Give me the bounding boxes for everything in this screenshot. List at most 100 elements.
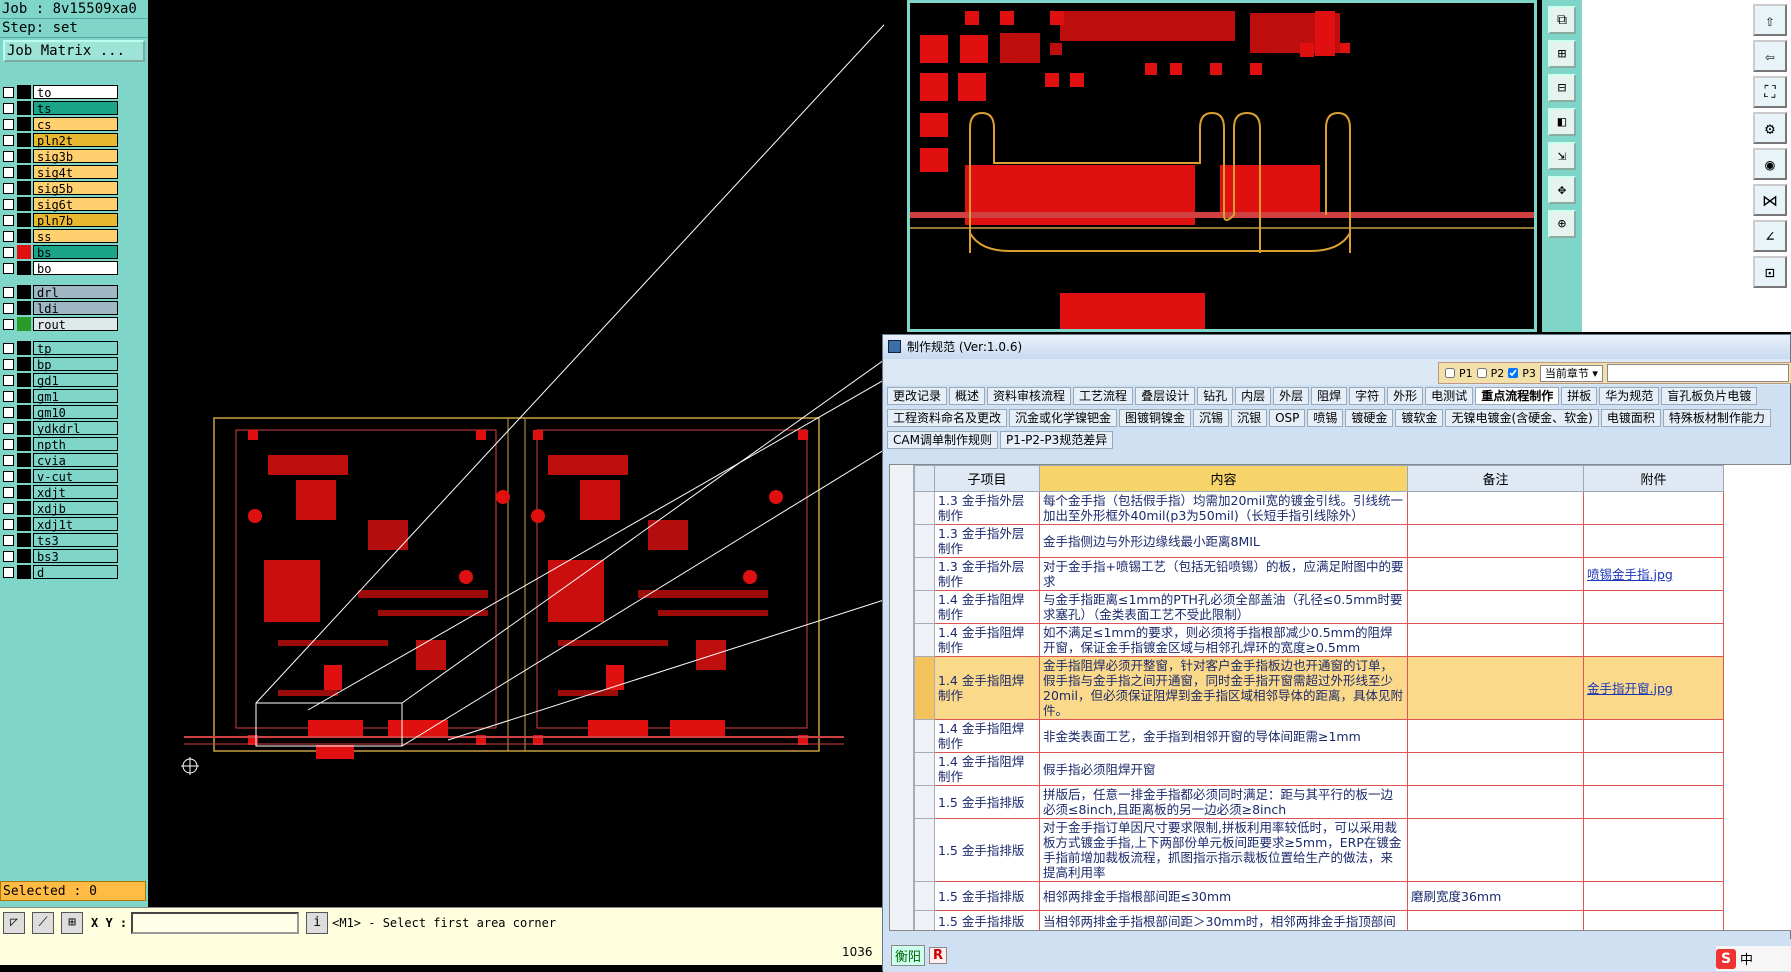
layer-affected-swatch[interactable] bbox=[17, 501, 31, 515]
layer-checkbox[interactable] bbox=[3, 390, 14, 402]
layer-row-ss[interactable]: ss bbox=[0, 228, 118, 244]
layer-name[interactable]: ts3 bbox=[33, 533, 118, 548]
layer-affected-swatch[interactable] bbox=[17, 149, 31, 163]
table-row[interactable]: 1.4 金手指阻焊制作 如不满足≤1mm的要求，则必须将手指根部减少0.5mm的阻… bbox=[914, 623, 1724, 657]
layer-checkbox[interactable] bbox=[3, 470, 14, 482]
tab-tabs_row2-5[interactable]: OSP bbox=[1269, 409, 1306, 427]
layer-checkbox[interactable] bbox=[3, 342, 14, 354]
layer-affected-swatch[interactable] bbox=[17, 549, 31, 563]
layer-row-xdjb[interactable]: xdjb bbox=[0, 500, 118, 516]
layer-row-to[interactable]: to bbox=[0, 84, 118, 100]
layer-name[interactable]: drl bbox=[33, 285, 118, 300]
layer-affected-swatch[interactable] bbox=[17, 317, 31, 331]
layer-checkbox[interactable] bbox=[3, 374, 14, 386]
layer-affected-swatch[interactable] bbox=[17, 485, 31, 499]
vertical-scrollbar[interactable] bbox=[890, 465, 914, 930]
layer-name[interactable]: to bbox=[33, 85, 118, 100]
layer-row-rout[interactable]: rout bbox=[0, 316, 118, 332]
layer-row-gd1[interactable]: gd1 bbox=[0, 372, 118, 388]
layer-row-sig5b[interactable]: sig5b bbox=[0, 180, 118, 196]
layer-affected-swatch[interactable] bbox=[17, 197, 31, 211]
layer-affected-swatch[interactable] bbox=[17, 165, 31, 179]
tab-tabs_row1-2[interactable]: 资料审核流程 bbox=[987, 387, 1072, 405]
layer-name[interactable]: ss bbox=[33, 229, 118, 244]
layer-affected-swatch[interactable] bbox=[17, 373, 31, 387]
layer-affected-swatch[interactable] bbox=[17, 469, 31, 483]
tab-tabs_row3-0[interactable]: CAM调单制作规则 bbox=[887, 431, 998, 449]
layer-affected-swatch[interactable] bbox=[17, 101, 31, 115]
layer-checkbox[interactable] bbox=[3, 438, 14, 450]
layer-name[interactable]: npth bbox=[33, 437, 118, 452]
row-header[interactable] bbox=[914, 719, 935, 753]
xy-input[interactable] bbox=[131, 911, 300, 934]
layer-row-bo[interactable]: bo bbox=[0, 260, 118, 276]
layer-row-cs[interactable]: cs bbox=[0, 116, 118, 132]
layer-affected-swatch[interactable] bbox=[17, 245, 31, 259]
layer-row-xdjt[interactable]: xdjt bbox=[0, 484, 118, 500]
layer-name[interactable]: sig5b bbox=[33, 181, 118, 196]
layer-name[interactable]: xdjt bbox=[33, 485, 118, 500]
table-row[interactable]: 1.4 金手指阻焊制作 非金类表面工艺，金手指到相邻开窗的导体间距需≥1mm bbox=[914, 719, 1724, 753]
tab-tabs_row1-4[interactable]: 叠层设计 bbox=[1135, 387, 1196, 405]
layer-row-xdj1t[interactable]: xdj1t bbox=[0, 516, 118, 532]
tab-tabs_row1-11[interactable]: 电测试 bbox=[1425, 387, 1474, 405]
layer-checkbox[interactable] bbox=[3, 318, 14, 330]
layer-affected-swatch[interactable] bbox=[17, 133, 31, 147]
layer-name[interactable]: sig6t bbox=[33, 197, 118, 212]
layer-name[interactable]: cs bbox=[33, 117, 118, 132]
pcb-zoom-view[interactable] bbox=[907, 0, 1537, 332]
layer-checkbox[interactable] bbox=[3, 246, 14, 258]
row-header[interactable] bbox=[914, 656, 935, 720]
layer-checkbox[interactable] bbox=[3, 230, 14, 242]
row-header[interactable] bbox=[914, 910, 935, 930]
layer-name[interactable]: bp bbox=[33, 357, 118, 372]
layer-affected-swatch[interactable] bbox=[17, 261, 31, 275]
p3-checkbox[interactable] bbox=[1508, 368, 1519, 378]
pan-icon[interactable]: ⇲ bbox=[1548, 142, 1576, 170]
layer-affected-swatch[interactable] bbox=[17, 517, 31, 531]
col-attachment[interactable]: 附件 bbox=[1583, 465, 1724, 492]
layer-row-npth[interactable]: npth bbox=[0, 436, 118, 452]
layer-row-sig4t[interactable]: sig4t bbox=[0, 164, 118, 180]
layer-affected-swatch[interactable] bbox=[17, 229, 31, 243]
layer-name[interactable]: xdjb bbox=[33, 501, 118, 516]
layer-checkbox[interactable] bbox=[3, 102, 14, 114]
snap-icon[interactable]: ◉ bbox=[1753, 148, 1787, 180]
layer-name[interactable]: sig3b bbox=[33, 149, 118, 164]
zoom-fit-icon[interactable]: ⧉ bbox=[1548, 6, 1576, 34]
row-header[interactable] bbox=[914, 785, 935, 819]
table-row[interactable]: 1.3 金手指外层制作 金手指侧边与外形边缘线最小距离8MIL bbox=[914, 524, 1724, 558]
tab-tabs_row1-3[interactable]: 工艺流程 bbox=[1073, 387, 1134, 405]
tab-tabs_row1-7[interactable]: 外层 bbox=[1273, 387, 1310, 405]
layer-checkbox[interactable] bbox=[3, 358, 14, 370]
layer-row-gm1[interactable]: gm1 bbox=[0, 388, 118, 404]
layer-name[interactable]: rout bbox=[33, 317, 118, 332]
layer-row-ts[interactable]: ts bbox=[0, 100, 118, 116]
row-header[interactable] bbox=[914, 590, 935, 624]
layer-row-sig3b[interactable]: sig3b bbox=[0, 148, 118, 164]
measure-icon[interactable]: ⚙ bbox=[1753, 112, 1787, 144]
layer-row-drl[interactable]: drl bbox=[0, 284, 118, 300]
center-icon[interactable]: ⊕ bbox=[1548, 210, 1576, 238]
layer-checkbox[interactable] bbox=[3, 134, 14, 146]
table-row[interactable]: 1.5 金手指排版 当相邻两排金手指根部间距＞30mm时，相邻两排金手指顶部间 bbox=[914, 910, 1724, 930]
tab-tabs_row1-10[interactable]: 外形 bbox=[1387, 387, 1424, 405]
tab-tabs_row1-5[interactable]: 钻孔 bbox=[1197, 387, 1234, 405]
p2-checkbox[interactable] bbox=[1476, 368, 1487, 378]
tab-tabs_row2-2[interactable]: 图镀铜镍金 bbox=[1119, 409, 1192, 427]
layer-checkbox[interactable] bbox=[3, 534, 14, 546]
layer-row-gm10[interactable]: gm10 bbox=[0, 404, 118, 420]
layer-row-ts3[interactable]: ts3 bbox=[0, 532, 118, 548]
net-icon[interactable]: ⋈ bbox=[1753, 184, 1787, 216]
layer-affected-swatch[interactable] bbox=[17, 437, 31, 451]
layer-name[interactable]: ldi bbox=[33, 301, 118, 316]
layer-affected-swatch[interactable] bbox=[17, 301, 31, 315]
layer-affected-swatch[interactable] bbox=[17, 213, 31, 227]
row-header[interactable] bbox=[914, 491, 935, 525]
table-row[interactable]: 1.5 金手指排版 拼版后，任意一排金手指都必须同时满足：距与其平行的板一边必须≤… bbox=[914, 785, 1724, 819]
tab-tabs_row1-14[interactable]: 华为规范 bbox=[1599, 387, 1660, 405]
measure-tool-icon[interactable]: ⟋ bbox=[32, 911, 54, 934]
row-header[interactable] bbox=[914, 557, 935, 591]
tab-tabs_row1-12[interactable]: 重点流程制作 bbox=[1475, 387, 1560, 405]
tab-tabs_row2-10[interactable]: 电镀面积 bbox=[1600, 409, 1661, 427]
